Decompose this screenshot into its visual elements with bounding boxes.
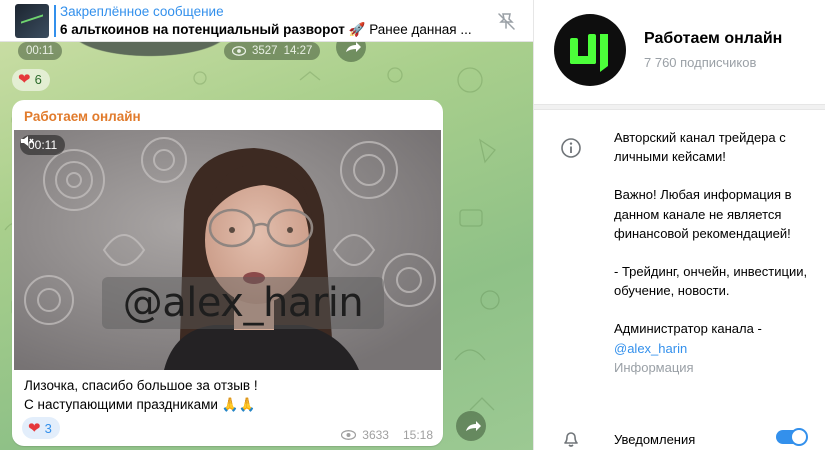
notifications-toggle[interactable] (776, 428, 808, 446)
pinned-text-bold: 6 альткоинов на потенциальный разворот 🚀 (60, 22, 366, 37)
pin-off-icon[interactable] (495, 10, 517, 32)
admin-link[interactable]: @alex_harin (614, 339, 814, 358)
previous-views: 3527 (252, 45, 278, 57)
desc-paragraph-2: Важно! Любая информация в данном канале … (614, 187, 792, 241)
message-caption: Лизочка, спасибо большое за отзыв ! С на… (24, 376, 258, 414)
desc-paragraph-1: Авторский канал трейдера с личными кейса… (614, 130, 786, 165)
previous-reaction[interactable]: ❤ 6 (12, 69, 50, 91)
message-author[interactable]: Работаем онлайн (24, 109, 141, 124)
message-reaction-count: 3 (44, 420, 52, 436)
eye-icon (232, 46, 246, 56)
video-player[interactable]: 00:11 @alex_harin (14, 130, 441, 370)
video-frame (14, 130, 441, 370)
caption-line-2: С наступающими праздниками 🙏🙏 (24, 397, 256, 412)
channel-description: Авторский канал трейдера с личными кейса… (614, 128, 814, 377)
desc-paragraph-4: Администратор канала - (614, 321, 762, 337)
channel-info-panel: Работаем онлайн 7 760 подписчиков Авторс… (533, 0, 825, 450)
eye-icon (341, 430, 357, 440)
pinned-thumbnail (15, 4, 49, 38)
pinned-indicator (54, 5, 56, 37)
desc-paragraph-3: - Трейдинг, ончейн, инвестиции, обучение… (614, 264, 808, 299)
heart-icon: ❤ (28, 420, 41, 437)
channel-logo (570, 34, 608, 72)
pinned-message-bar[interactable]: Закреплённое сообщение 6 альткоинов на п… (0, 0, 533, 42)
message-reaction[interactable]: ❤ 3 (22, 417, 60, 439)
message-time: 15:18 (402, 428, 433, 442)
info-label: Информация (614, 359, 694, 375)
pinned-text-rest: Ранее данная ... (369, 22, 472, 37)
previous-video-thumbnail[interactable] (60, 42, 240, 60)
message-bubble[interactable]: Работаем онлайн 00:11 @alex_harin Лизочк… (12, 100, 443, 446)
pinned-title: Закреплённое сообщение (60, 4, 224, 19)
subscriber-count: 7 760 подписчиков (644, 55, 757, 70)
notifications-label: Уведомления (614, 432, 696, 447)
caption-line-1: Лизочка, спасибо большое за отзыв ! (24, 378, 258, 393)
info-icon (561, 138, 581, 158)
previous-time: 14:27 (283, 45, 313, 57)
channel-avatar[interactable] (554, 14, 626, 86)
message-views: 3633 (362, 428, 389, 442)
mute-icon[interactable] (20, 135, 34, 147)
video-watermark: @alex_harin (102, 277, 384, 329)
video-time-badge: 00:11 (20, 135, 66, 155)
heart-icon: ❤ (18, 71, 31, 88)
chat-area: 00:11 3527 14:27 ❤ 6 Работаем онлайн 00:… (0, 0, 533, 450)
previous-meta: 3527 14:27 (224, 42, 321, 60)
divider (534, 104, 825, 110)
share-icon (466, 421, 481, 431)
pinned-text: 6 альткоинов на потенциальный разворот 🚀… (60, 22, 472, 38)
bell-icon (564, 432, 578, 447)
channel-name: Работаем онлайн (644, 30, 783, 47)
previous-reaction-count: 6 (34, 72, 42, 87)
message-meta: 3633 15:18 (341, 428, 433, 442)
message-share-button[interactable] (456, 411, 486, 441)
previous-duration: 00:11 (18, 42, 62, 60)
